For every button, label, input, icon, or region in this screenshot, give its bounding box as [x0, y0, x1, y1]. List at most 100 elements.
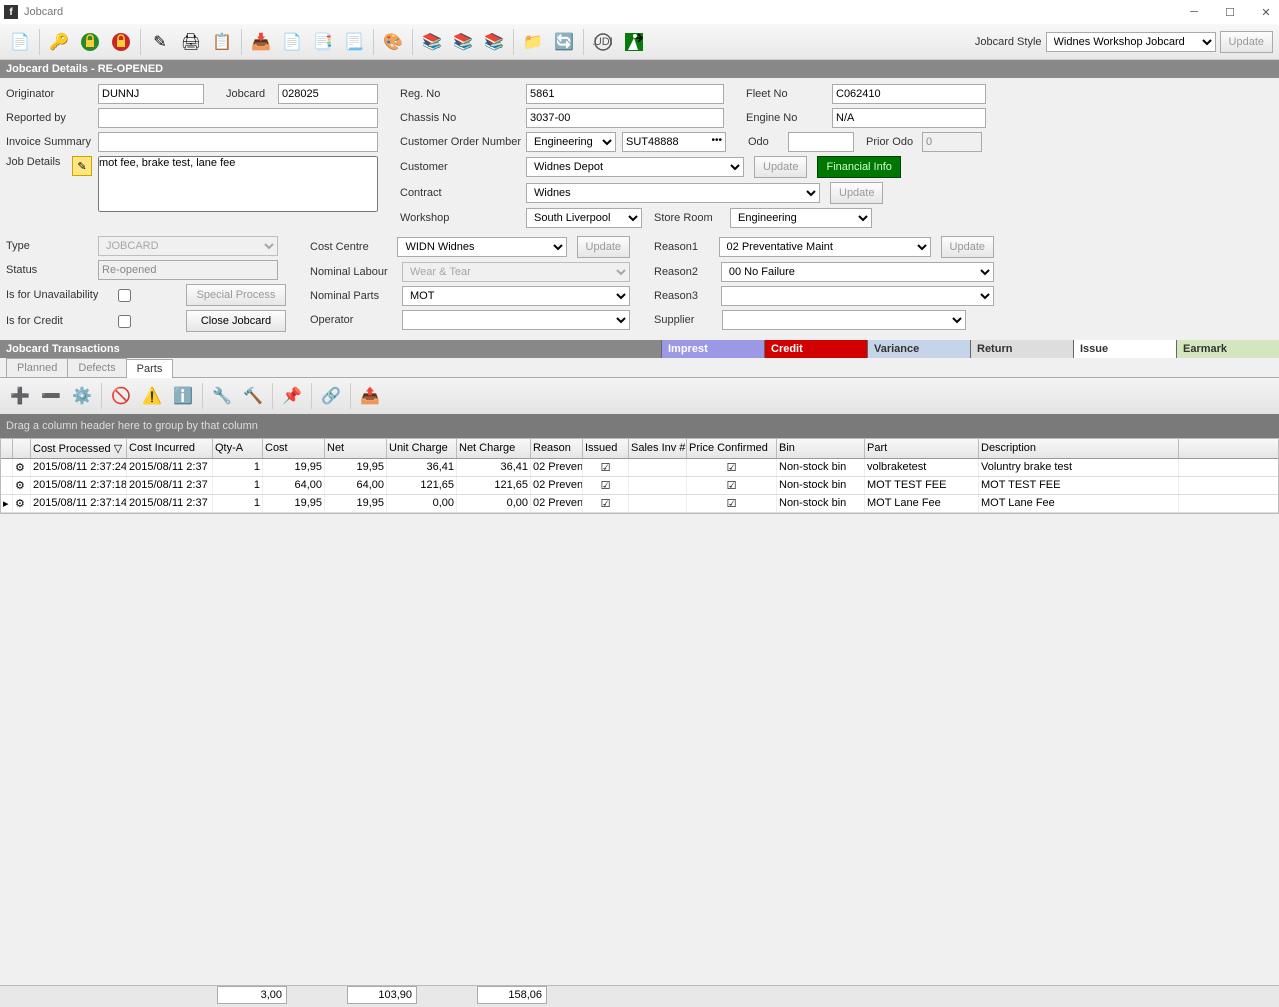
reason1-select[interactable]: 02 Preventative Maint [719, 237, 931, 257]
col-header[interactable]: Price Confirmed [687, 439, 777, 458]
tab-defects[interactable]: Defects [67, 358, 126, 377]
col-header[interactable]: Unit Charge [387, 439, 457, 458]
odo-field[interactable] [788, 132, 854, 152]
workshop-select[interactable]: South Liverpool [526, 208, 642, 228]
new-icon[interactable]: 📄 [6, 28, 34, 56]
parts-add-icon[interactable]: ➕ [6, 382, 34, 410]
folder-icon[interactable]: 📁 [519, 28, 547, 56]
maximize-button[interactable]: ☐ [1221, 3, 1239, 21]
engineno-field[interactable] [832, 108, 986, 128]
col-header[interactable]: Part [865, 439, 979, 458]
contract-select[interactable]: Widnes [526, 183, 820, 203]
jobdetails-label: Job Details [6, 156, 66, 168]
reason1-update-button[interactable]: Update [941, 236, 994, 258]
operator-select[interactable] [402, 310, 630, 330]
group-hint[interactable]: Drag a column header here to group by th… [0, 414, 1279, 438]
col-header[interactable]: Cost Processed ▽ [31, 439, 127, 458]
doc4-icon[interactable]: 📃 [340, 28, 368, 56]
costcentre-update-button[interactable]: Update [577, 236, 630, 258]
reportedby-field[interactable] [98, 108, 378, 128]
costcentre-select[interactable]: WIDN Widnes [397, 237, 566, 257]
ellipsis-icon[interactable]: ••• [711, 135, 722, 146]
contract-update-button[interactable]: Update [830, 182, 883, 204]
lock-green-icon[interactable] [76, 28, 104, 56]
parts-info-icon[interactable]: ℹ️ [169, 382, 197, 410]
tab-parts[interactable]: Parts [126, 359, 174, 378]
parts-tool1-icon[interactable]: 🔧 [208, 382, 236, 410]
col-header[interactable]: Cost Incurred [127, 439, 213, 458]
table-row[interactable]: ⚙2015/08/11 2:37:182015/08/11 2:37164,00… [1, 477, 1278, 495]
parts-export-icon[interactable]: 📤 [356, 382, 384, 410]
header-update-button[interactable]: Update [1220, 31, 1273, 53]
minimize-button[interactable]: ─ [1185, 3, 1203, 21]
credit-button[interactable]: Credit [764, 340, 867, 358]
exit-icon[interactable] [620, 28, 648, 56]
originator-field[interactable] [98, 84, 204, 104]
lock-red-icon[interactable] [107, 28, 135, 56]
reason3-select[interactable] [721, 286, 994, 306]
jobdetails-field[interactable] [98, 156, 378, 212]
issue-button[interactable]: Issue [1073, 340, 1176, 358]
parts-stamp-icon[interactable]: 📌 [278, 382, 306, 410]
key-icon[interactable]: 🔑 [45, 28, 73, 56]
table-row[interactable]: ▸⚙2015/08/11 2:37:142015/08/11 2:37119,9… [1, 495, 1278, 513]
col-header[interactable]: Issued [583, 439, 629, 458]
cuson-select[interactable]: Engineering [526, 132, 616, 152]
supplier-select[interactable] [722, 310, 966, 330]
chassisno-field[interactable] [526, 108, 724, 128]
variance-button[interactable]: Variance [867, 340, 970, 358]
preview-icon[interactable]: 📋 [208, 28, 236, 56]
col-header[interactable]: Bin [777, 439, 865, 458]
imprest-button[interactable]: Imprest [661, 340, 764, 358]
edit-icon[interactable]: ✎ [146, 28, 174, 56]
reason2-select[interactable]: 00 No Failure [721, 262, 994, 282]
col-header[interactable]: Net [325, 439, 387, 458]
earmark-button[interactable]: Earmark [1176, 340, 1279, 358]
stack1-icon[interactable]: 📚 [418, 28, 446, 56]
iscredit-checkbox[interactable] [118, 315, 131, 328]
col-header[interactable]: Qty-A [213, 439, 263, 458]
nomparts-select[interactable]: MOT [402, 286, 630, 306]
col-header[interactable]: Reason [531, 439, 583, 458]
cell: 02 Prevent [531, 477, 583, 494]
stamp-icon[interactable]: AUDIT [589, 28, 617, 56]
col-header[interactable]: Description [979, 439, 1179, 458]
parts-warn-icon[interactable]: ⚠️ [138, 382, 166, 410]
invsum-field[interactable] [98, 132, 378, 152]
doc1-icon[interactable]: 📥 [247, 28, 275, 56]
palette-icon[interactable]: 🎨 [379, 28, 407, 56]
tab-planned[interactable]: Planned [6, 358, 68, 377]
jobcard-style-select[interactable]: Widnes Workshop Jobcard [1046, 32, 1216, 52]
stack2-icon[interactable]: 📚 [449, 28, 477, 56]
close-button[interactable]: ✕ [1257, 3, 1275, 21]
stack3-icon[interactable]: 📚 [480, 28, 508, 56]
fleetno-field[interactable] [832, 84, 986, 104]
regno-field[interactable] [526, 84, 724, 104]
col-header[interactable]: Net Charge [457, 439, 531, 458]
col-header[interactable] [13, 439, 31, 458]
return-button[interactable]: Return [970, 340, 1073, 358]
parts-cancel-icon[interactable]: 🚫 [107, 382, 135, 410]
parts-link-icon[interactable]: 🔗 [317, 382, 345, 410]
col-header[interactable]: Cost [263, 439, 325, 458]
col-header[interactable] [1, 439, 13, 458]
col-header[interactable]: Sales Inv # [629, 439, 687, 458]
close-jobcard-button[interactable]: Close Jobcard [186, 310, 286, 332]
financial-info-button[interactable]: Financial Info [817, 156, 900, 178]
note-icon[interactable]: ✎ [72, 156, 92, 176]
storeroom-select[interactable]: Engineering [730, 208, 872, 228]
doc3-icon[interactable]: 📑 [309, 28, 337, 56]
parts-remove-icon[interactable]: ➖ [37, 382, 65, 410]
isunav-checkbox[interactable] [118, 289, 131, 302]
refresh-icon[interactable]: 🔄 [550, 28, 578, 56]
print-icon[interactable]: 🖨 [177, 28, 205, 56]
table-row[interactable]: ⚙2015/08/11 2:37:242015/08/11 2:37119,95… [1, 459, 1278, 477]
cuson-field[interactable] [622, 132, 726, 152]
parts-gear-icon[interactable]: ⚙️ [68, 382, 96, 410]
doc2-icon[interactable]: 📄 [278, 28, 306, 56]
parts-tool2-icon[interactable]: 🔨 [239, 382, 267, 410]
customer-select[interactable]: Widnes Depot [526, 157, 744, 177]
jobcard-field[interactable] [278, 84, 378, 104]
customer-update-button[interactable]: Update [754, 156, 807, 178]
special-process-button[interactable]: Special Process [186, 284, 286, 306]
